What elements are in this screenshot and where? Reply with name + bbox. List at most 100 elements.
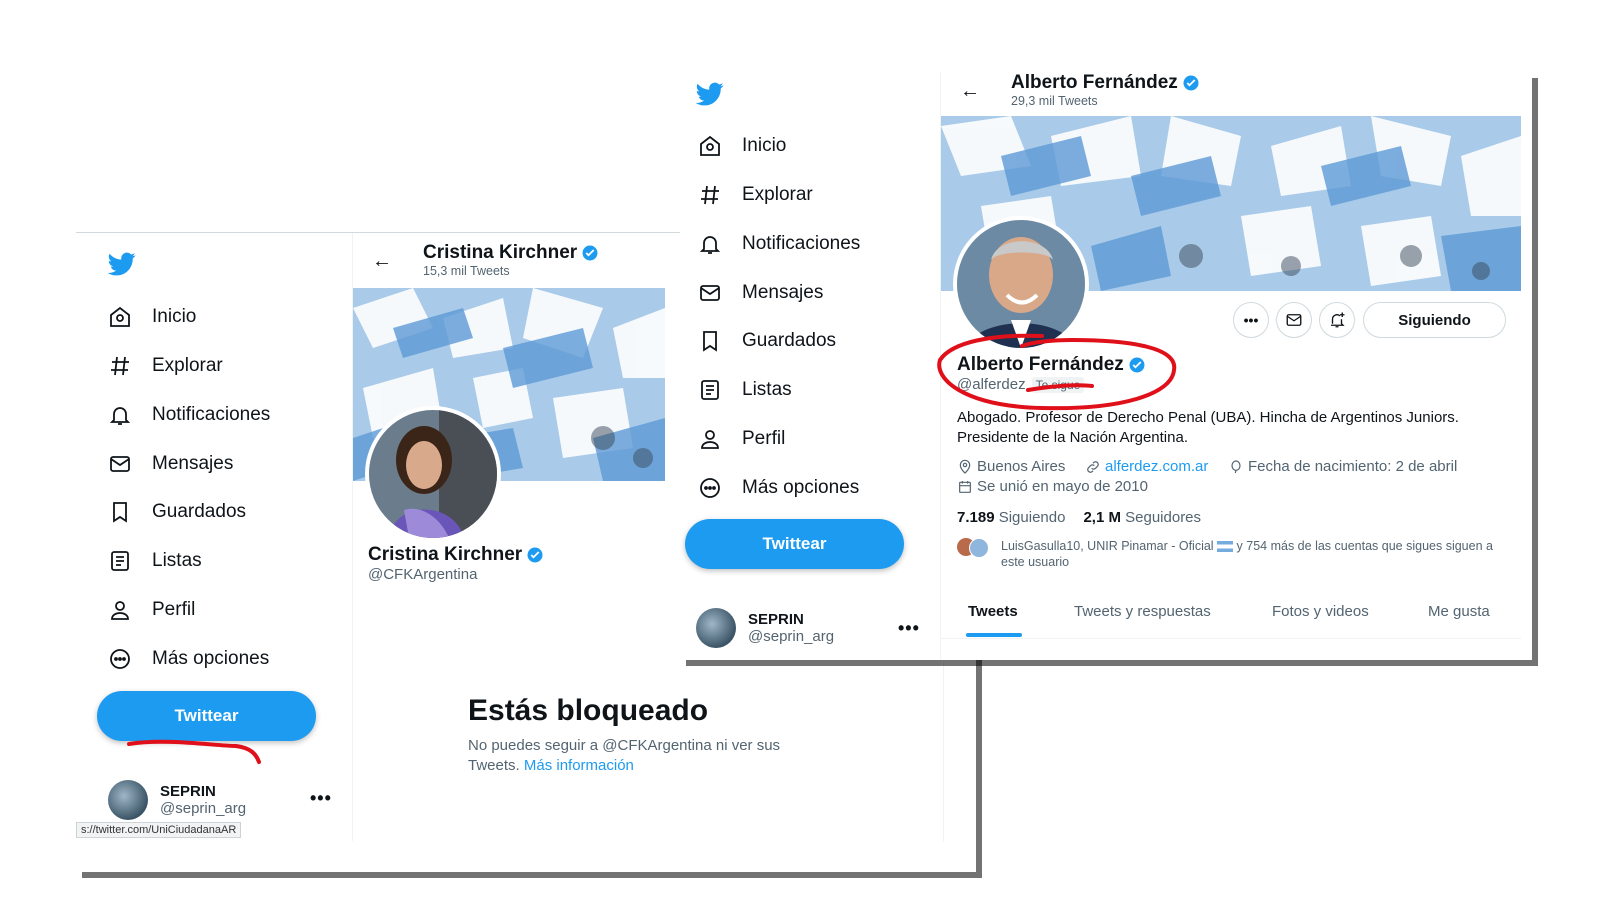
nav-label: Perfil (742, 428, 786, 449)
more-info-link[interactable]: Más información (524, 757, 634, 774)
nav-label: Guardados (742, 330, 837, 351)
nav-item-perfil[interactable]: Perfil (106, 592, 195, 628)
home-icon (696, 132, 724, 160)
account-more-icon[interactable]: ••• (310, 788, 332, 809)
twitter-logo-icon[interactable] (107, 250, 136, 283)
nav-item-mas-opciones[interactable]: Más opciones (106, 641, 269, 677)
nav-item-listas[interactable]: Listas (696, 372, 792, 408)
account-handle: @seprin_arg (748, 628, 835, 645)
nav-label: Inicio (152, 306, 197, 327)
list-icon (696, 376, 724, 404)
tab-fotos-y-videos[interactable]: Fotos y videos (1272, 603, 1369, 620)
bookmark-icon (696, 327, 724, 355)
nav-label: Notificaciones (742, 233, 861, 254)
website-link[interactable]: alferdez.com.ar (1105, 458, 1208, 475)
account-handle: @seprin_arg (160, 800, 247, 817)
blocked-message: No puedes seguir a @CFKArgentina ni ver … (468, 736, 780, 776)
status-bar-url: s://twitter.com/UniCiudadanaAR (76, 822, 242, 838)
profile-birthday: Fecha de nacimiento: 2 de abril (1228, 458, 1457, 475)
profile-handle: @CFKArgentina (368, 566, 478, 583)
following-button[interactable]: Siguiendo (1363, 302, 1506, 338)
location-text: Buenos Aires (977, 458, 1066, 475)
nav-item-explorar[interactable]: Explorar (106, 348, 223, 384)
account-switcher[interactable]: SEPRIN @seprin_arg (108, 780, 246, 820)
followed-by-rest-2: este usuario (1001, 555, 1070, 569)
nav-item-guardados[interactable]: Guardados (106, 494, 246, 530)
twitter-logo-icon[interactable] (695, 80, 724, 113)
bio-line-1: Abogado. Profesor de Derecho Penal (UBA)… (957, 409, 1459, 426)
person-icon (106, 596, 134, 624)
avatar (696, 608, 736, 648)
nav-item-explorar[interactable]: Explorar (696, 177, 813, 213)
tabs-divider (941, 638, 1521, 639)
more-circle-icon (696, 474, 724, 502)
header-tweet-count: 29,3 mil Tweets (1011, 94, 1098, 108)
tweet-button[interactable]: Twittear (685, 519, 904, 569)
tab-me-gusta[interactable]: Me gusta (1428, 603, 1490, 620)
list-icon (106, 547, 134, 575)
nav-item-perfil[interactable]: Perfil (696, 421, 785, 457)
nav-item-inicio[interactable]: Inicio (696, 128, 786, 164)
nav-label: Más opciones (152, 648, 270, 669)
envelope-icon (1286, 314, 1302, 326)
birthday-text: Fecha de nacimiento: 2 de abril (1248, 458, 1458, 475)
tab-tweets-y-respuestas[interactable]: Tweets y respuestas (1074, 603, 1211, 620)
balloon-icon (1231, 459, 1241, 473)
bell-icon (696, 230, 724, 258)
blocked-title: Estás bloqueado (468, 694, 709, 727)
profile-avatar[interactable] (365, 406, 501, 542)
nav-item-notificaciones[interactable]: Notificaciones (696, 226, 860, 262)
follower-avatar (969, 538, 989, 558)
nav-item-inicio[interactable]: Inicio (106, 299, 196, 335)
follow-stats: 7.189 Siguiendo 2,1 M Seguidores (957, 509, 1201, 526)
envelope-icon (106, 450, 134, 478)
following-count: 7.189 (957, 509, 995, 526)
nav-label: Más opciones (742, 477, 860, 498)
nav-label: Guardados (152, 501, 247, 522)
back-arrow-icon[interactable]: ← (372, 250, 392, 273)
link-icon (1087, 460, 1099, 473)
following-stat[interactable]: 7.189 Siguiendo (957, 509, 1065, 526)
nav-label: Mensajes (742, 282, 824, 303)
bookmark-icon (106, 498, 134, 526)
tab-tweets[interactable]: Tweets (968, 603, 1018, 620)
nav-item-mas-opciones[interactable]: Más opciones (696, 470, 859, 506)
account-switcher[interactable]: SEPRIN @seprin_arg (696, 608, 834, 648)
profile-location: Buenos Aires (957, 458, 1065, 475)
nav-label: Mensajes (152, 453, 234, 474)
back-arrow-icon[interactable]: ← (960, 80, 980, 103)
nav-item-mensajes[interactable]: Mensajes (696, 275, 823, 311)
more-dots-icon: ••• (1243, 312, 1259, 328)
blocked-text-line2: Tweets. (468, 757, 520, 774)
followers-stat[interactable]: 2,1 M Seguidores (1083, 509, 1201, 526)
followed-by[interactable]: LuisGasulla10, UNIR Pinamar - Oficial y … (957, 538, 1493, 570)
tweet-button[interactable]: Twittear (97, 691, 316, 741)
bell-plus-icon (1331, 312, 1345, 328)
nav-item-listas[interactable]: Listas (106, 543, 202, 579)
more-circle-icon (106, 645, 134, 673)
notify-button[interactable] (1319, 302, 1355, 338)
hashtag-icon (696, 181, 724, 209)
account-name: SEPRIN (748, 611, 804, 628)
nav-label: Listas (742, 379, 792, 400)
avatar (108, 780, 148, 820)
nav-item-guardados[interactable]: Guardados (696, 323, 836, 359)
profile-joined: Se unió en mayo de 2010 (957, 478, 1148, 495)
active-tab-indicator (966, 633, 1022, 637)
verified-badge-icon (582, 245, 598, 261)
more-options-button[interactable]: ••• (1233, 302, 1269, 338)
nav-item-notificaciones[interactable]: Notificaciones (106, 397, 270, 433)
profile-bio: Abogado. Profesor de Derecho Penal (UBA)… (957, 408, 1459, 448)
bell-icon (106, 401, 134, 429)
following-label: Siguiendo (998, 509, 1066, 526)
nav-item-mensajes[interactable]: Mensajes (106, 446, 233, 482)
profile-header: Cristina Kirchner 15,3 mil Tweets (423, 242, 599, 278)
header-name: Cristina Kirchner (423, 242, 578, 263)
nav-label: Explorar (742, 184, 813, 205)
nav-label: Perfil (152, 599, 196, 620)
nav-label: Inicio (742, 135, 787, 156)
blocked-text-line1: No puedes seguir a @CFKArgentina ni ver … (468, 737, 781, 754)
account-more-icon[interactable]: ••• (898, 618, 920, 639)
message-button[interactable] (1276, 302, 1312, 338)
calendar-icon (959, 480, 971, 493)
